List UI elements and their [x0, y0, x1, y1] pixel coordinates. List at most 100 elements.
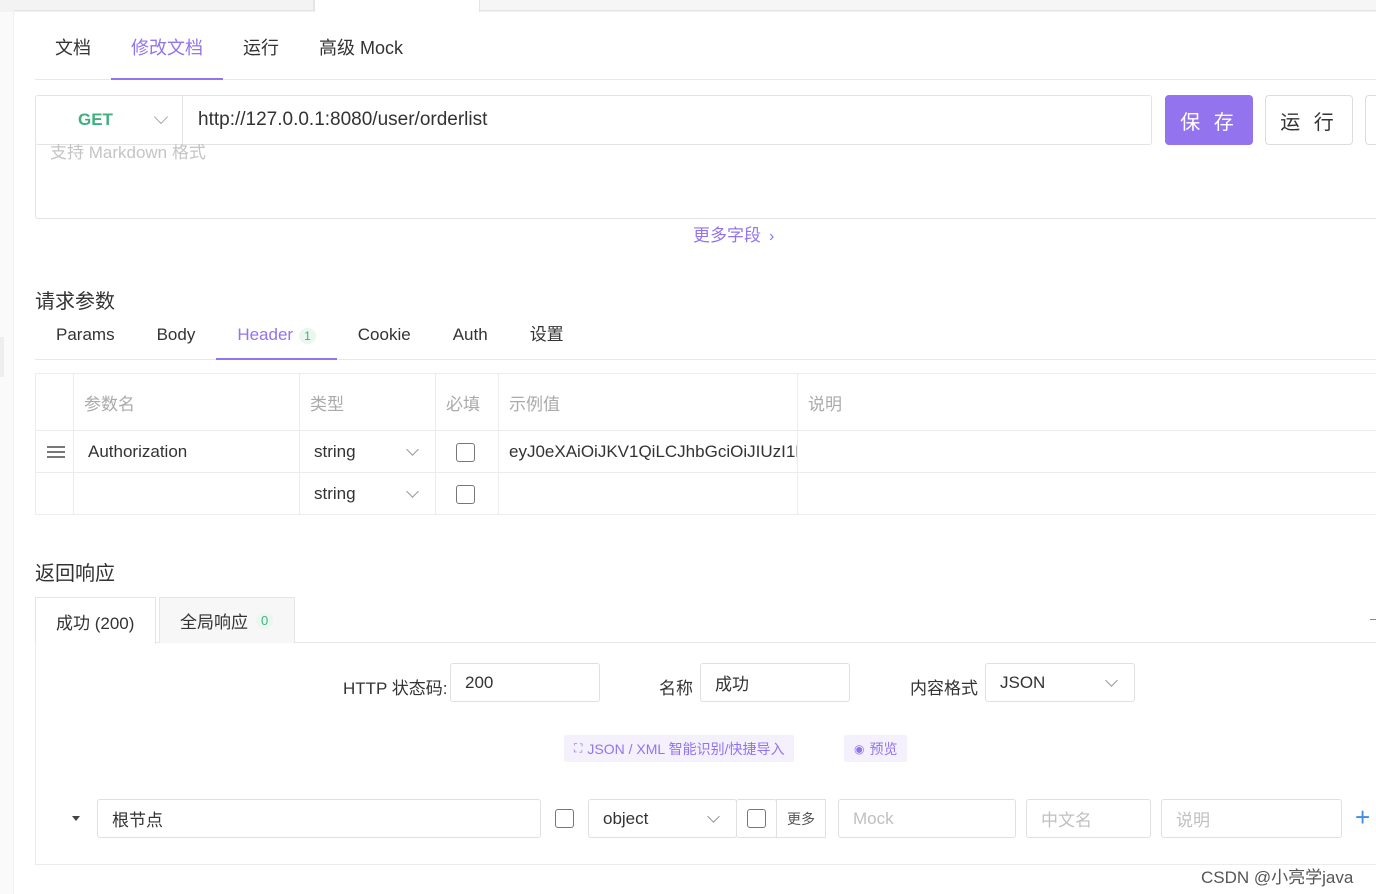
- chevron-down-icon: [406, 443, 419, 456]
- param-type-value: string: [314, 483, 356, 503]
- required-checkbox[interactable]: [456, 442, 475, 462]
- run-button[interactable]: 运 行: [1265, 95, 1353, 145]
- tab-body[interactable]: Body: [136, 314, 217, 359]
- param-type-select[interactable]: string: [299, 472, 436, 515]
- example-value-cell[interactable]: eyJ0eXAiOiJKV1QiLCJhbGciOiJIUzI1N: [498, 430, 798, 473]
- main-tabs: 文档 修改文档 运行 高级 Mock: [35, 20, 1376, 80]
- drag-handle-cell[interactable]: [35, 430, 74, 473]
- tab-run[interactable]: 运行: [223, 20, 299, 79]
- description-editor[interactable]: 支持 Markdown 格式: [35, 144, 1376, 219]
- json-import-label: JSON / XML 智能识别/快捷导入: [587, 740, 785, 757]
- required-cell: [435, 472, 499, 515]
- add-child-plus-icon[interactable]: +: [1355, 804, 1370, 830]
- more-fields-label: 更多字段: [693, 226, 761, 245]
- chevron-down-icon: [1105, 674, 1118, 687]
- top-toolbar: [480, 0, 1376, 11]
- tab-cookie[interactable]: Cookie: [337, 314, 432, 359]
- table-row: Authorization string eyJ0eXAiOiJKV1QiLCJ…: [35, 430, 1376, 473]
- root-description-placeholder: 说明: [1176, 811, 1210, 830]
- content-format-select[interactable]: JSON: [985, 663, 1135, 702]
- content-format-label: 内容格式: [910, 679, 978, 698]
- root-node-name-input[interactable]: 根节点: [97, 799, 541, 838]
- root-required-checkbox[interactable]: [555, 809, 574, 828]
- tab-advanced-mock[interactable]: 高级 Mock: [299, 20, 423, 79]
- sidebar-marker: [0, 337, 4, 377]
- chevron-right-icon: ›: [769, 228, 775, 245]
- window-top-strip: [0, 0, 1376, 12]
- chevron-down-icon: [406, 485, 419, 498]
- root-nullable-box: [736, 799, 777, 838]
- chevron-down-icon: [153, 109, 169, 125]
- column-header: 说明: [797, 373, 1376, 431]
- tab-success-200[interactable]: 成功 (200): [35, 597, 156, 644]
- url-input[interactable]: [183, 96, 1151, 144]
- count-badge: 0: [256, 612, 274, 629]
- tab-global-response[interactable]: 全局响应 0: [159, 597, 295, 643]
- drag-handle-cell: [35, 472, 74, 515]
- save-button[interactable]: 保 存: [1165, 95, 1253, 145]
- param-type-select[interactable]: string: [299, 430, 436, 473]
- root-nullable-checkbox[interactable]: [747, 809, 766, 828]
- description-cell[interactable]: [797, 472, 1376, 515]
- request-url-bar: GET: [35, 95, 1152, 145]
- tab-header[interactable]: Header 1: [216, 314, 338, 360]
- tab-success-label: 成功 (200): [56, 613, 135, 633]
- top-tab-inactive[interactable]: [14, 0, 314, 11]
- description-cell[interactable]: [797, 430, 1376, 473]
- cn-name-input[interactable]: 中文名: [1026, 799, 1151, 838]
- column-header: 示例值: [498, 373, 798, 431]
- param-name-cell[interactable]: [73, 472, 300, 515]
- column-header: 类型: [299, 373, 436, 431]
- response-name-value: 成功: [715, 675, 749, 694]
- column-handle: [35, 373, 74, 431]
- tab-auth[interactable]: Auth: [432, 314, 509, 359]
- count-badge: 1: [299, 327, 316, 344]
- watermark: CSDN @小亮学java: [1201, 868, 1354, 887]
- status-code-input[interactable]: 200: [450, 663, 600, 702]
- root-node-name: 根节点: [112, 811, 163, 830]
- param-name-cell[interactable]: Authorization: [73, 430, 300, 473]
- required-cell: [435, 430, 499, 473]
- request-params-title: 请求参数: [35, 291, 115, 313]
- root-more-button[interactable]: 更多: [776, 799, 826, 838]
- json-import-button[interactable]: ⛶ JSON / XML 智能识别/快捷导入: [564, 735, 795, 762]
- example-value-cell[interactable]: [498, 472, 798, 515]
- status-code-label: HTTP 状态码:: [343, 679, 448, 698]
- response-name-input[interactable]: 成功: [700, 663, 850, 702]
- mock-input[interactable]: Mock: [838, 799, 1016, 838]
- method-select[interactable]: GET: [36, 96, 183, 144]
- param-type-value: string: [314, 441, 356, 461]
- eye-icon: ◉: [854, 741, 865, 756]
- response-tabs: 成功 (200) 全局响应 0: [35, 597, 1376, 644]
- mock-placeholder: Mock: [853, 808, 894, 828]
- response-name-label: 名称: [659, 679, 693, 698]
- method-value: GET: [78, 110, 113, 129]
- more-fields-link[interactable]: 更多字段 ›: [693, 221, 774, 246]
- preview-label: 预览: [869, 740, 898, 757]
- drag-handle-icon[interactable]: [47, 445, 65, 458]
- param-tabs: Params Body Header 1 Cookie Auth 设置: [35, 314, 1376, 360]
- tab-settings[interactable]: 设置: [509, 314, 585, 359]
- tab-params[interactable]: Params: [35, 314, 136, 359]
- tab-edit-doc[interactable]: 修改文档: [111, 20, 223, 80]
- table-header-row: 参数名 类型 必填 示例值 说明: [35, 373, 1376, 431]
- root-description-input[interactable]: 说明: [1161, 799, 1342, 838]
- column-header: 参数名: [73, 373, 300, 431]
- add-response-icon[interactable]: [1370, 619, 1376, 620]
- tab-docs[interactable]: 文档: [35, 20, 111, 79]
- more-actions-button[interactable]: [1365, 95, 1376, 145]
- collapse-caret-icon[interactable]: [72, 816, 80, 821]
- root-type-select[interactable]: object: [588, 799, 737, 838]
- content-format-value: JSON: [1000, 672, 1046, 692]
- description-placeholder: 支持 Markdown 格式: [50, 144, 206, 162]
- required-checkbox[interactable]: [456, 484, 475, 504]
- tab-header-label: Header: [237, 325, 294, 344]
- chevron-down-icon: [707, 810, 720, 823]
- preview-button[interactable]: ◉ 预览: [844, 735, 908, 762]
- tab-global-label: 全局响应: [180, 613, 248, 632]
- cn-name-placeholder: 中文名: [1041, 811, 1092, 830]
- left-sidebar-edge: [0, 12, 14, 894]
- top-tab-active[interactable]: [314, 0, 480, 12]
- status-code-value: 200: [465, 672, 494, 692]
- column-header: 必填: [435, 373, 499, 431]
